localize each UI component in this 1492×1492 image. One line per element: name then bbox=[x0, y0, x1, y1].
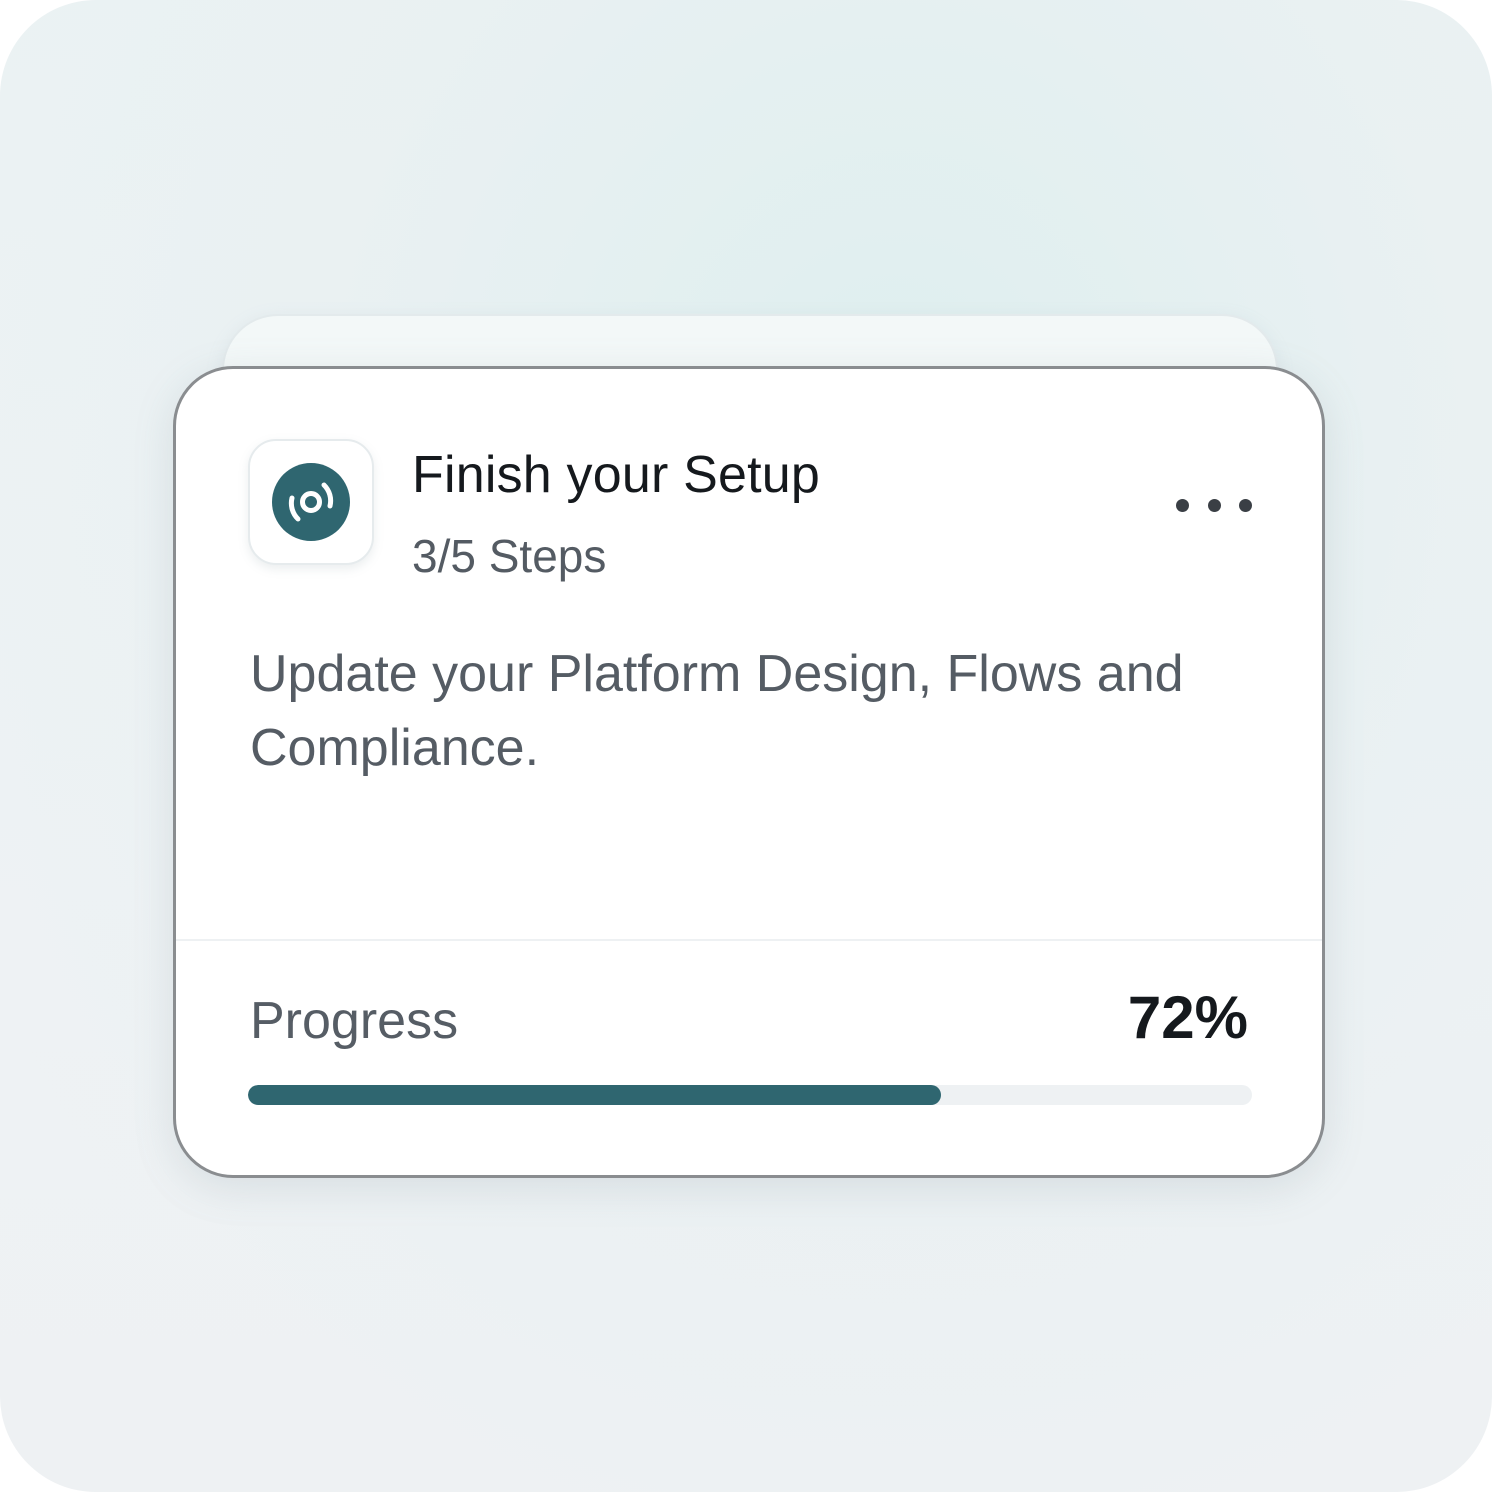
setup-card: Finish your Setup 3/5 Steps Update your … bbox=[173, 366, 1325, 1178]
more-horizontal-icon bbox=[1176, 498, 1189, 512]
progress-bar-fill bbox=[248, 1085, 941, 1105]
background-frame: Finish your Setup 3/5 Steps Update your … bbox=[0, 0, 1492, 1492]
progress-label: Progress bbox=[250, 992, 459, 1050]
more-options-button[interactable] bbox=[1176, 481, 1252, 529]
card-title: Finish your Setup bbox=[412, 446, 821, 504]
progress-bar bbox=[248, 1085, 1252, 1105]
steps-count: 3/5 Steps bbox=[412, 530, 607, 582]
broadcast-icon bbox=[272, 463, 350, 541]
divider bbox=[176, 939, 1322, 941]
card-description: Update your Platform Design, Flows and C… bbox=[250, 645, 1184, 777]
app-tile bbox=[248, 439, 374, 565]
progress-percentage: 72% bbox=[1127, 984, 1248, 1051]
